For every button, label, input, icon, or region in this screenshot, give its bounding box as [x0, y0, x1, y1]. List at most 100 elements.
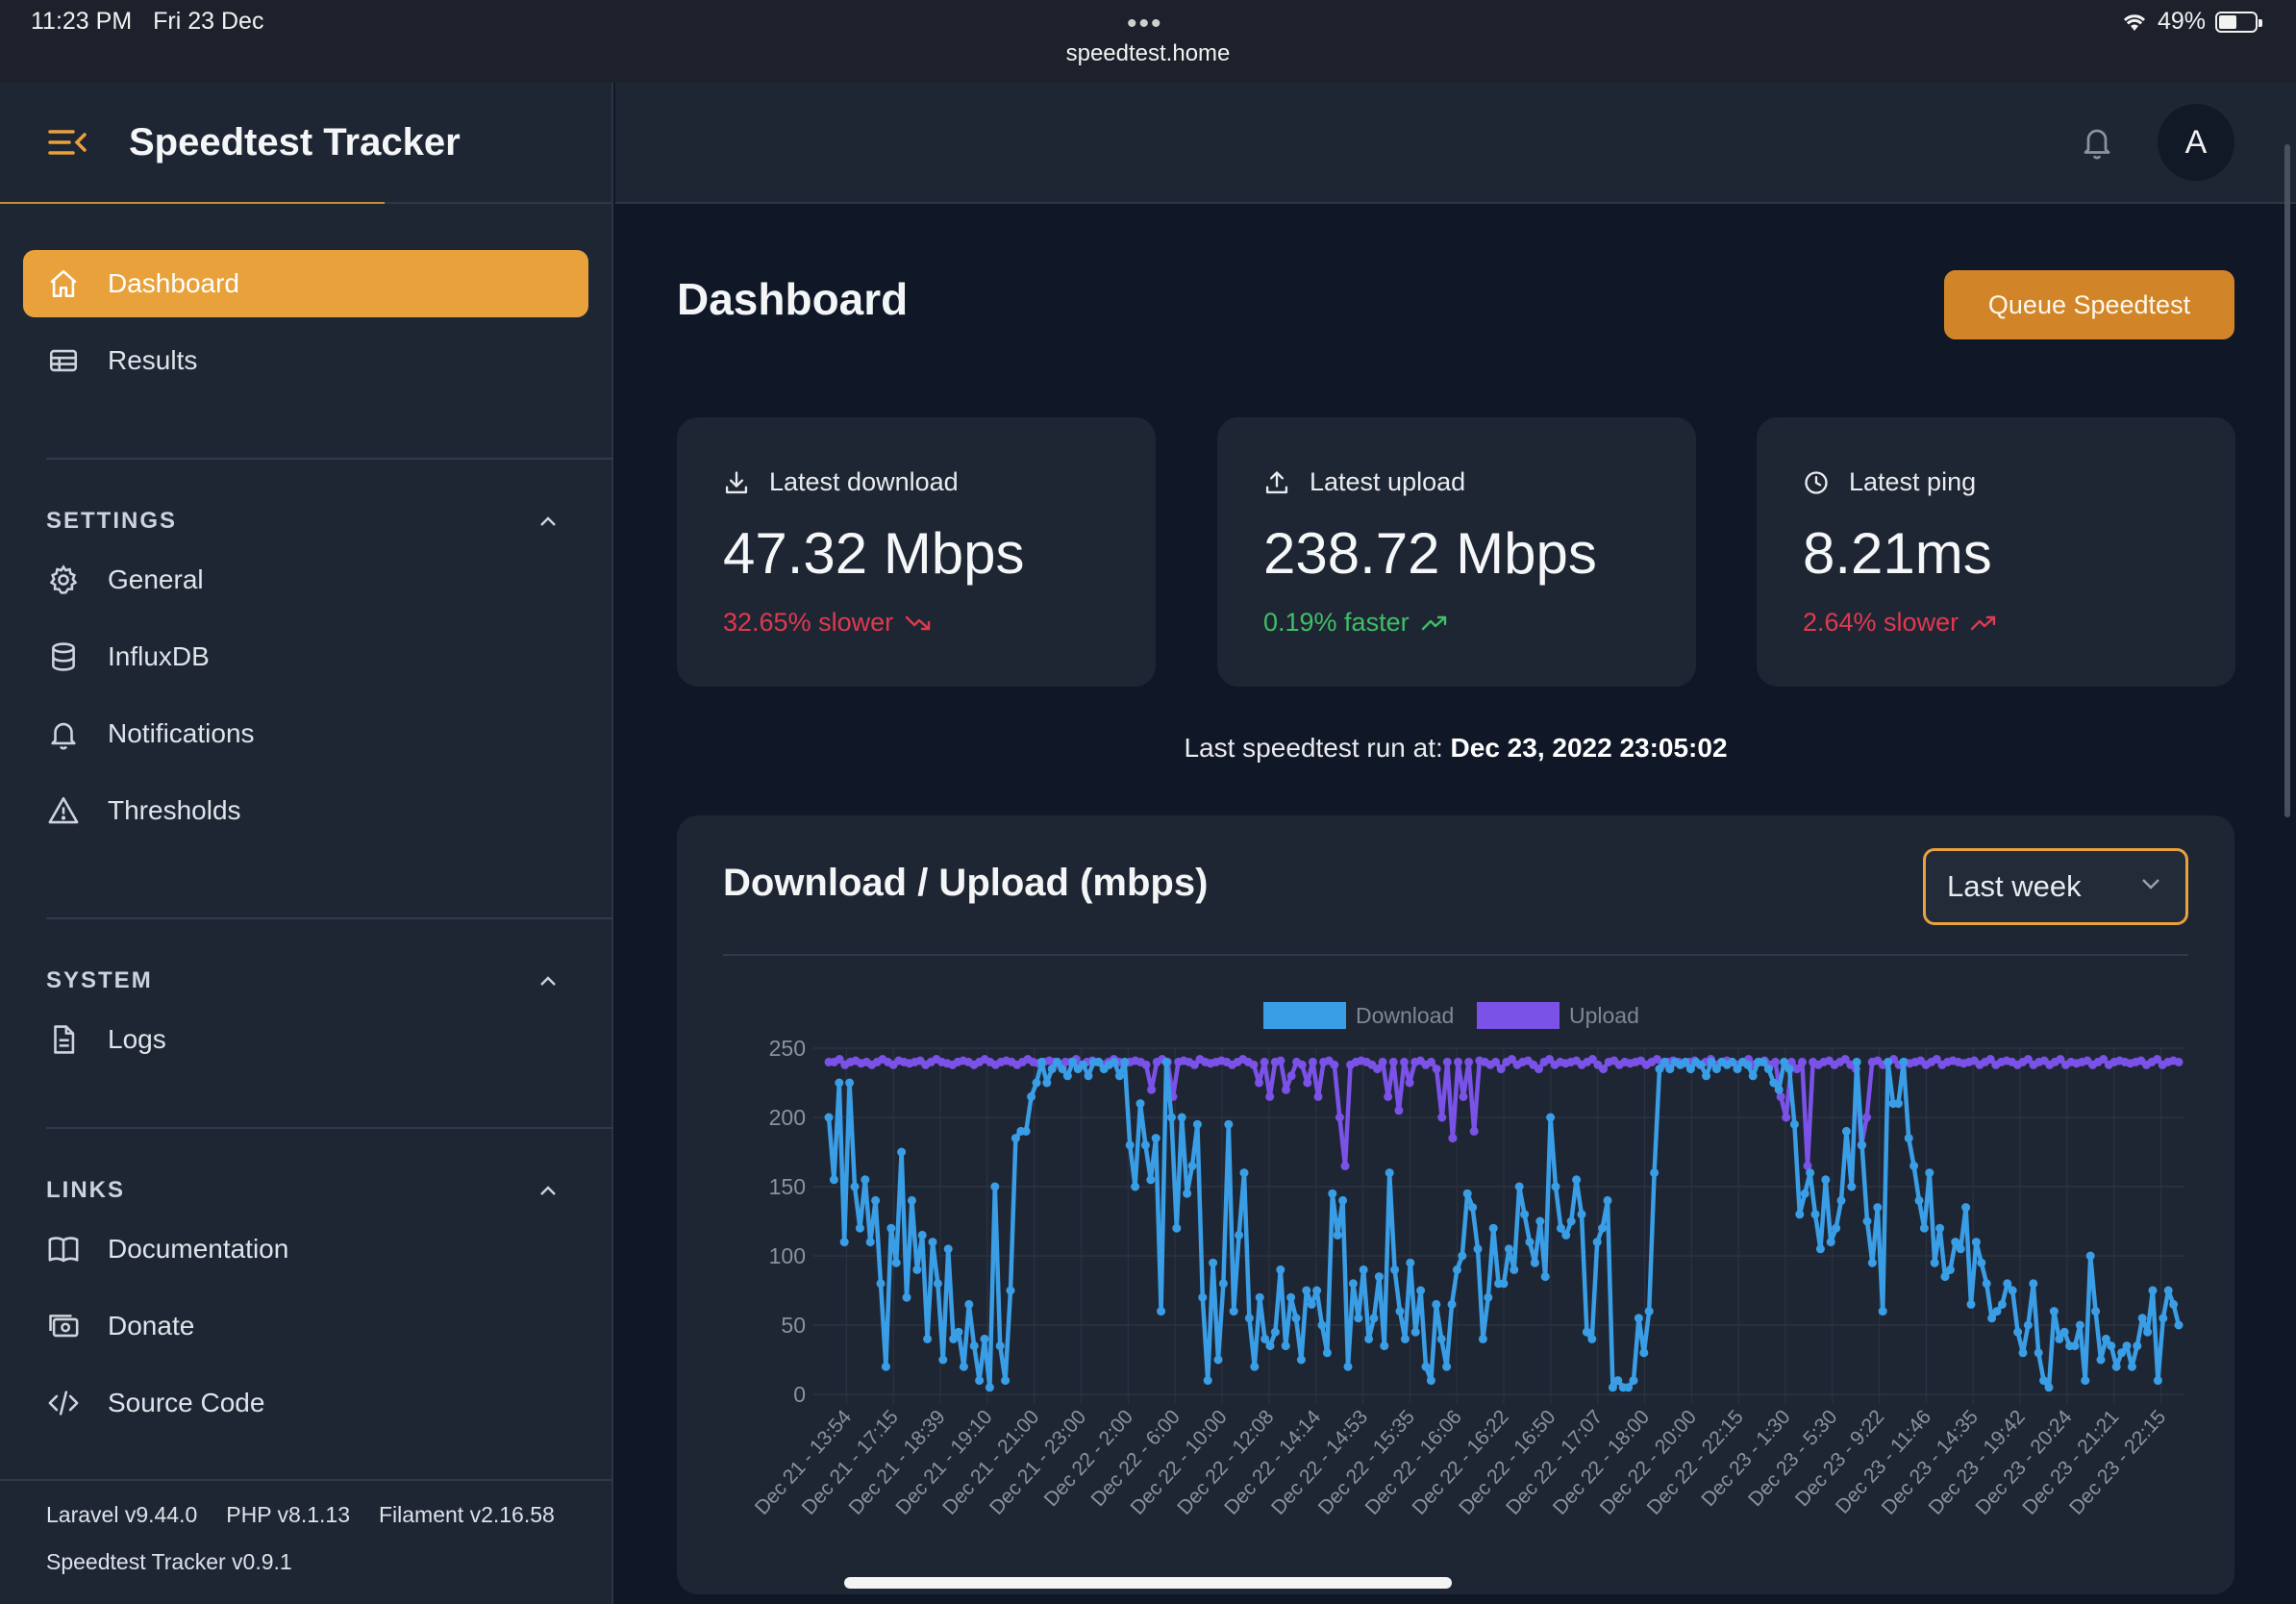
data-point-upload — [1437, 1113, 1447, 1122]
data-point-download — [1982, 1279, 1991, 1289]
nav-item-notifications[interactable]: Notifications — [23, 700, 588, 767]
data-point-download — [1187, 1161, 1197, 1170]
trend-up-icon — [1970, 615, 1996, 630]
data-point-download — [1281, 1341, 1290, 1351]
data-point-download — [2127, 1362, 2136, 1371]
user-avatar[interactable]: A — [2158, 104, 2234, 181]
data-point-download — [1140, 1140, 1150, 1150]
data-point-download — [1136, 1099, 1145, 1109]
data-point-download — [1655, 1065, 1664, 1074]
data-point-upload — [1454, 1057, 1462, 1066]
data-point-upload — [1862, 1113, 1872, 1122]
nav-group-system: SYSTEM Logs — [0, 917, 613, 1073]
data-point-download — [1328, 1189, 1337, 1198]
latest-ping-card: Latest ping 8.21ms 2.64% slower — [1757, 417, 2235, 687]
data-point-upload — [1384, 1091, 1393, 1101]
collapse-menu-icon[interactable] — [48, 121, 90, 163]
data-point-download — [1374, 1272, 1384, 1282]
data-point-download — [1852, 1057, 1861, 1066]
group-header-system[interactable]: SYSTEM — [0, 919, 611, 1006]
data-point-download — [1213, 1355, 1223, 1365]
data-point-download — [1841, 1126, 1851, 1136]
data-point-download — [1951, 1238, 1960, 1247]
main-nav: Dashboard Results — [0, 204, 611, 394]
data-point-download — [2122, 1341, 2132, 1351]
data-point-download — [1551, 1182, 1560, 1191]
sidebar: Speedtest Tracker Dashboard Results SETT… — [0, 83, 613, 1604]
notifications-bell-icon[interactable] — [2080, 123, 2118, 165]
data-point-upload — [1496, 1065, 1506, 1074]
data-point-download — [2070, 1341, 2080, 1351]
legend-label: Download — [1356, 1003, 1454, 1028]
data-point-download — [985, 1383, 994, 1392]
clock-icon — [1803, 468, 1832, 497]
data-point-download — [1224, 1119, 1234, 1129]
chevron-up-icon — [540, 976, 556, 986]
nav-label: Results — [108, 345, 198, 375]
queue-speedtest-button[interactable]: Queue Speedtest — [1944, 270, 2234, 339]
data-point-download — [1847, 1182, 1857, 1191]
data-point-download — [1987, 1314, 1997, 1323]
data-point-download — [1930, 1258, 1939, 1267]
app-title: Speedtest Tracker — [129, 120, 461, 163]
cash-icon — [46, 1309, 81, 1343]
data-point-download — [1255, 1292, 1264, 1302]
nav-item-influxdb[interactable]: InfluxDB — [23, 623, 588, 690]
home-indicator[interactable] — [844, 1577, 1452, 1589]
data-point-download — [1510, 1265, 1519, 1274]
data-point-download — [2085, 1251, 2095, 1261]
data-point-download — [1410, 1327, 1420, 1337]
data-point-download — [1748, 1071, 1758, 1081]
latest-ping-value: 8.21ms — [1803, 521, 1992, 586]
nav-item-donate[interactable]: Donate — [23, 1292, 588, 1360]
nav-item-thresholds[interactable]: Thresholds — [23, 777, 588, 844]
group-label: SETTINGS — [46, 508, 178, 534]
group-header-settings[interactable]: SETTINGS — [0, 460, 611, 546]
status-time: 11:23 PM — [31, 8, 133, 35]
data-point-download — [1385, 1168, 1394, 1178]
url-label[interactable]: speedtest.home — [0, 40, 2296, 67]
data-point-download — [2034, 1348, 2043, 1358]
data-point-download — [1821, 1175, 1831, 1185]
y-tick-label: 200 — [769, 1105, 806, 1130]
data-point-upload — [1308, 1057, 1317, 1066]
delta-text: 2.64% slower — [1803, 608, 1959, 637]
nav-item-dashboard[interactable]: Dashboard — [23, 250, 588, 317]
nav-item-logs[interactable]: Logs — [23, 1006, 588, 1073]
data-point-download — [1146, 1175, 1156, 1185]
php-version: PHP v8.1.13 — [226, 1502, 350, 1527]
data-point-download — [1198, 1292, 1208, 1302]
data-point-upload — [1265, 1091, 1275, 1101]
data-point-download — [912, 1265, 922, 1274]
nav-item-general[interactable]: General — [23, 546, 588, 614]
nav-item-results[interactable]: Results — [23, 327, 588, 394]
data-point-download — [2091, 1307, 2101, 1316]
nav-item-source-code[interactable]: Source Code — [23, 1369, 588, 1437]
data-point-download — [949, 1334, 959, 1343]
group-header-links[interactable]: LINKS — [0, 1129, 611, 1216]
data-point-download — [1556, 1223, 1565, 1233]
table-icon — [46, 343, 81, 378]
data-point-download — [1940, 1272, 1950, 1282]
data-point-download — [2018, 1348, 2028, 1358]
data-point-download — [902, 1292, 911, 1302]
nav-label: Logs — [108, 1024, 166, 1054]
data-point-download — [1462, 1189, 1472, 1198]
data-point-download — [1473, 1244, 1483, 1254]
code-icon — [46, 1386, 81, 1420]
data-point-download — [2153, 1376, 2162, 1386]
more-dots-icon[interactable]: ••• — [1127, 8, 1163, 40]
data-point-download — [2111, 1362, 2121, 1371]
data-point-download — [923, 1334, 933, 1343]
data-point-upload — [1782, 1113, 1791, 1122]
data-point-download — [1452, 1265, 1461, 1274]
data-point-download — [1743, 1060, 1753, 1069]
status-time-date: 11:23 PM Fri 23 Dec — [31, 8, 263, 36]
card-label: Latest ping — [1803, 467, 2235, 497]
scrollbar[interactable] — [2284, 144, 2290, 817]
data-point-download — [2117, 1348, 2127, 1358]
data-point-download — [1120, 1057, 1130, 1066]
data-point-upload — [1330, 1060, 1339, 1069]
data-point-upload — [1378, 1057, 1387, 1066]
nav-item-documentation[interactable]: Documentation — [23, 1216, 588, 1283]
